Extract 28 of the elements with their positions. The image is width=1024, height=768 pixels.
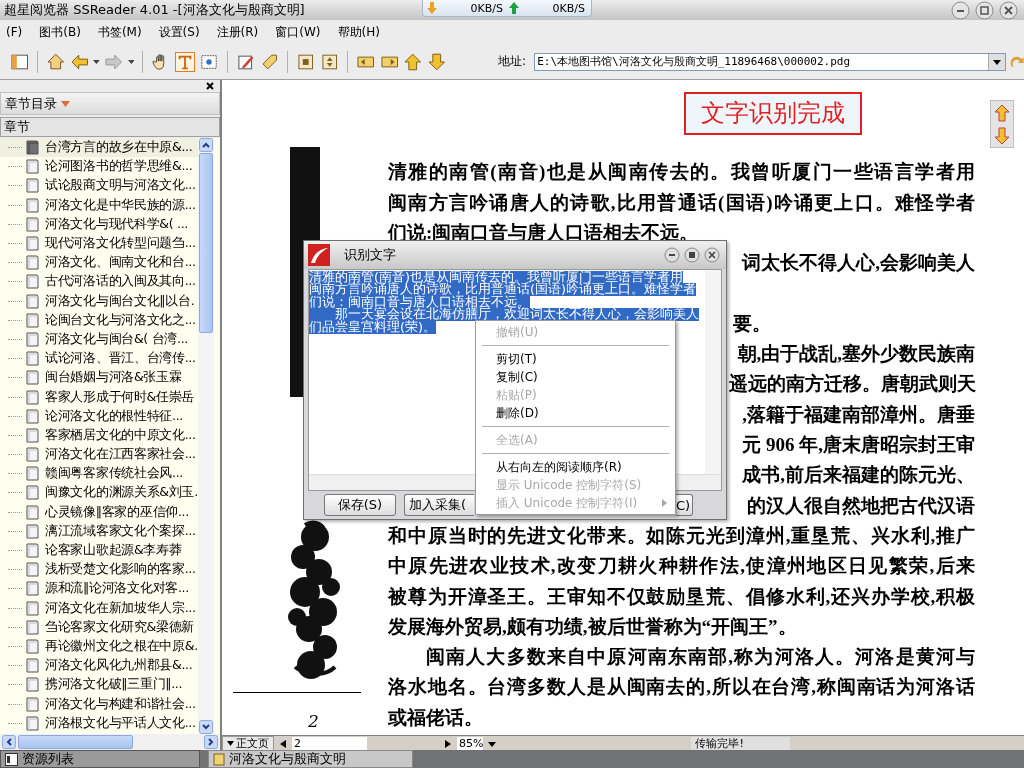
text-line: 或福佬话。 (388, 705, 484, 730)
text-line: 和中原当时的先进文化带来。如陈元光到漳州,重垦荒、兴水利,推广 (388, 523, 975, 548)
text-line: 遥远的南方迁移。唐朝武则天 (729, 372, 975, 397)
text-line: 中原先进农业技术,改变刀耕火种耕作法,使漳州地区日见繁荣,后来 (388, 554, 975, 579)
text-line: 成书,前后来福建的陈元光、 (741, 463, 975, 488)
text-line: 词太长不得人心,会影响美人 (740, 251, 975, 276)
text-line: 发展海外贸易,颇有功绩,被后世誉称为“开闽王”。 (388, 614, 798, 639)
text-line: 洛水地名。台湾多数人是从闽南去的,所以在台湾,称闽南话为河洛话 (388, 675, 975, 700)
text-line: 的汉人很自然地把古代汉语 (746, 493, 975, 518)
text-line: 清雅的南管(南音)也是从闽南传去的。我曾听厦门一些语言学者用 (388, 160, 975, 185)
text-line: 被尊为开漳圣王。王审知不仅鼓励垦荒、倡修水利,还兴办学校,积极 (388, 584, 975, 609)
text-line: 闽南方言吟诵唐人的诗歌,比用普通话(国语)吟诵更上口。难怪学者 (388, 190, 975, 215)
address-label: 地址: (498, 53, 527, 70)
download-speed: 0KB/S (469, 1, 503, 15)
text-line: 朝,由于战乱,塞外少数民族南 (736, 342, 975, 367)
upload-speed: 0KB/S (551, 1, 585, 15)
text-line: 要。 (733, 311, 771, 336)
panel-title: 章节目录 (5, 94, 57, 113)
selected-text: 闽南方言吟诵唐人的诗歌，比用普通话(国语)吟诵更上口。难怪学者 (309, 283, 696, 296)
selected-text: 们品尝皇宫料理(荣)。 (309, 321, 436, 334)
status-banner: 文字识别完成 (684, 92, 862, 135)
text-line: 元 906 年,唐末唐昭宗封王审 (741, 433, 975, 458)
dialog-title: 识别文字 (344, 245, 396, 264)
page-number: 2 (308, 711, 320, 732)
status-message: 传输完毕! (691, 736, 791, 751)
window-title: 超星阅览器 SSReader 4.01 -[河洛文化与殷商文明] (3, 1, 306, 19)
text-line: 闽南人大多数来自中原河南东南部,称为河洛人。河洛是黄河与 (425, 645, 975, 670)
text-line: ,落籍于福建南部漳州。唐垂 (741, 402, 975, 427)
